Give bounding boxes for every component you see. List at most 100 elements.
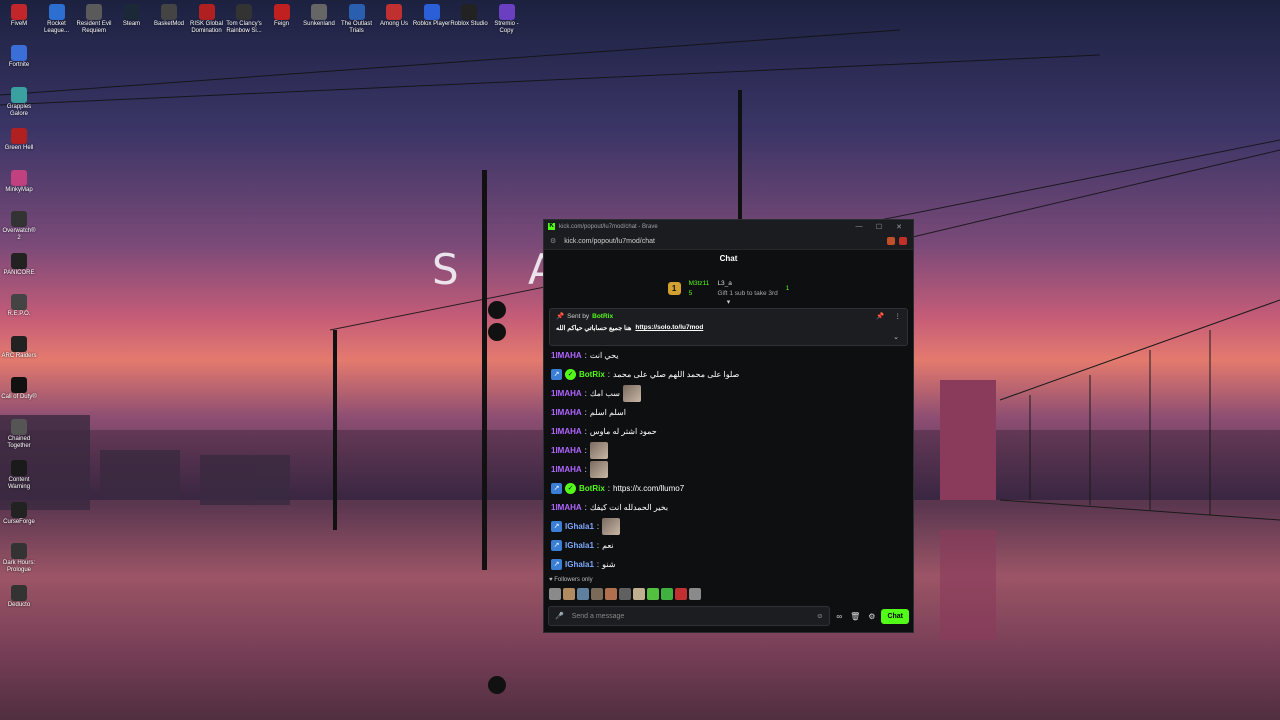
emote-image[interactable]	[589, 442, 608, 459]
desktop-icon[interactable]: ARC Raiders	[0, 335, 38, 360]
chat-message-text: بخير الحمدلله انت كيفك	[589, 503, 669, 512]
desktop-icon[interactable]: Roblox Studio	[450, 4, 488, 28]
points-icon[interactable]: ∞	[836, 612, 842, 621]
send-chat-button[interactable]: Chat	[881, 608, 909, 624]
pinned-link[interactable]: https://solo.to/lu7mod	[635, 324, 703, 332]
chat-username[interactable]: IGhala1	[565, 522, 594, 531]
desktop-icon[interactable]: Sunkenland	[300, 4, 338, 28]
desktop-icon[interactable]: Roblox Player	[413, 4, 451, 28]
desktop-icon[interactable]: Fortnite	[0, 45, 38, 69]
quick-emote[interactable]	[619, 588, 631, 600]
trash-icon[interactable]: 🗑	[850, 612, 860, 621]
close-icon[interactable]: ✕	[889, 223, 909, 231]
app-icon	[11, 543, 27, 559]
desktop-icon[interactable]: RISK Global Domination	[188, 4, 226, 35]
desktop-icon[interactable]: FiveM	[0, 4, 38, 28]
microphone-icon[interactable]: 🎤	[555, 612, 564, 620]
brave-rewards-icon[interactable]	[899, 237, 907, 245]
desktop-icon[interactable]: MinkyMap	[0, 169, 38, 194]
chat-message-text: شنو	[602, 560, 616, 569]
desktop-icon[interactable]: Dark Hours: Prologue	[0, 543, 38, 574]
username-separator: :	[584, 351, 587, 360]
message-input[interactable]: 🎤 Send a message ☺	[548, 606, 831, 626]
desktop-icon[interactable]: Overwatch® 2	[0, 211, 38, 242]
quick-emote[interactable]	[563, 588, 575, 600]
collapse-icon[interactable]: ▾	[727, 298, 731, 306]
address-bar: ⚙ kick.com/popout/lu7mod/chat	[544, 233, 913, 250]
desktop-icon[interactable]: The Outlast Trials	[338, 4, 376, 35]
desktop-icon[interactable]: Feign	[263, 4, 301, 28]
desktop-icon[interactable]: Tom Clancy's Rainbow Si...	[225, 4, 263, 35]
minimize-icon[interactable]: —	[849, 223, 869, 230]
chat-username[interactable]: BotRix	[579, 484, 605, 493]
site-settings-icon[interactable]: ⚙	[550, 237, 556, 245]
chat-username[interactable]: 1IMAHA	[551, 446, 582, 455]
more-options-icon[interactable]: ⋮	[895, 312, 902, 320]
second-gifter-count: 1	[785, 284, 790, 292]
emote-image[interactable]	[602, 518, 621, 535]
chat-message: ↗ IGhala1:	[551, 517, 906, 536]
app-icon	[11, 377, 27, 393]
pinned-sender[interactable]: BotRix	[592, 313, 613, 320]
chat-header: Chat	[544, 250, 913, 268]
app-icon	[498, 4, 515, 20]
desktop-icon[interactable]: Grapples Galore	[0, 86, 38, 118]
quick-emote[interactable]	[647, 588, 659, 600]
quick-emote[interactable]	[675, 588, 687, 600]
chat-username[interactable]: IGhala1	[565, 541, 594, 550]
app-icon	[11, 252, 27, 269]
chat-message: 1IMAHA: يحي انت	[551, 346, 906, 365]
maximize-icon[interactable]: ☐	[869, 223, 889, 231]
desktop-icon[interactable]: Steam	[113, 4, 151, 28]
quick-emote[interactable]	[661, 588, 673, 600]
desktop-icon[interactable]: Chained Together	[0, 418, 38, 450]
emote-image[interactable]	[622, 385, 641, 402]
desktop-icon[interactable]: Rocket League...	[38, 4, 76, 35]
top-gifter-name[interactable]: M3tz11	[689, 280, 710, 287]
quick-emote[interactable]	[549, 588, 561, 600]
chat-username[interactable]: 1IMAHA	[551, 408, 582, 417]
chat-message-link[interactable]: https://x.com/llumo7	[613, 484, 684, 493]
desktop-icon[interactable]: PANICORE	[0, 252, 38, 277]
unpin-icon[interactable]: 📌	[876, 312, 884, 320]
chat-username[interactable]: BotRix	[579, 370, 605, 379]
desktop-icon[interactable]: Stremio - Copy	[488, 4, 526, 35]
quick-emote[interactable]	[689, 588, 701, 600]
desktop-icon[interactable]: Deducto	[0, 584, 38, 609]
chat-message-text: سب امك	[589, 389, 620, 398]
username-separator: :	[584, 389, 587, 398]
desktop-icon-label: Call of Duty®	[1, 394, 37, 400]
brave-shield-icon[interactable]	[887, 237, 895, 245]
quick-emote[interactable]	[633, 588, 645, 600]
chat-message: 1IMAHA: سب امك	[551, 384, 906, 403]
chat-username[interactable]: 1IMAHA	[551, 351, 582, 360]
expand-chevron-icon[interactable]: ⌄	[893, 333, 899, 341]
chat-username[interactable]: IGhala1	[565, 560, 594, 569]
desktop-icon[interactable]: R.E.P.O.	[0, 294, 38, 318]
quick-emote[interactable]	[605, 588, 617, 600]
desktop-icon-label: PANICORE	[3, 269, 35, 276]
chat-username[interactable]: 1IMAHA	[551, 427, 582, 436]
desktop-icon[interactable]: Resident Evil Requiem	[75, 4, 113, 35]
desktop-icon[interactable]: Green Hell	[0, 128, 38, 152]
quick-emote[interactable]	[577, 588, 589, 600]
desktop-icon[interactable]: CurseForge	[0, 501, 38, 526]
gift-prompt[interactable]: Gift 1 sub to take 3rd	[717, 290, 777, 297]
desktop-icon[interactable]: Call of Duty®	[0, 377, 38, 401]
app-icon	[311, 4, 327, 20]
url-text[interactable]: kick.com/popout/lu7mod/chat	[564, 238, 655, 245]
desktop-icon-label: Feign	[273, 21, 289, 27]
quick-emote[interactable]	[591, 588, 603, 600]
verified-badge-icon: ✓	[565, 483, 576, 494]
chat-username[interactable]: 1IMAHA	[551, 389, 582, 398]
app-icon	[11, 584, 27, 601]
chat-username[interactable]: 1IMAHA	[551, 503, 582, 512]
desktop-icon[interactable]: Content Warning	[0, 460, 38, 491]
chat-username[interactable]: 1IMAHA	[551, 465, 582, 474]
settings-icon[interactable]: ⚙	[868, 612, 875, 621]
emote-image[interactable]	[589, 461, 608, 478]
desktop-icon[interactable]: Among Us	[375, 4, 413, 28]
emoji-icon[interactable]: ☺	[816, 613, 823, 620]
desktop-icon[interactable]: BasketMod	[150, 4, 188, 28]
second-gifter-name[interactable]: L3_a	[717, 280, 777, 287]
